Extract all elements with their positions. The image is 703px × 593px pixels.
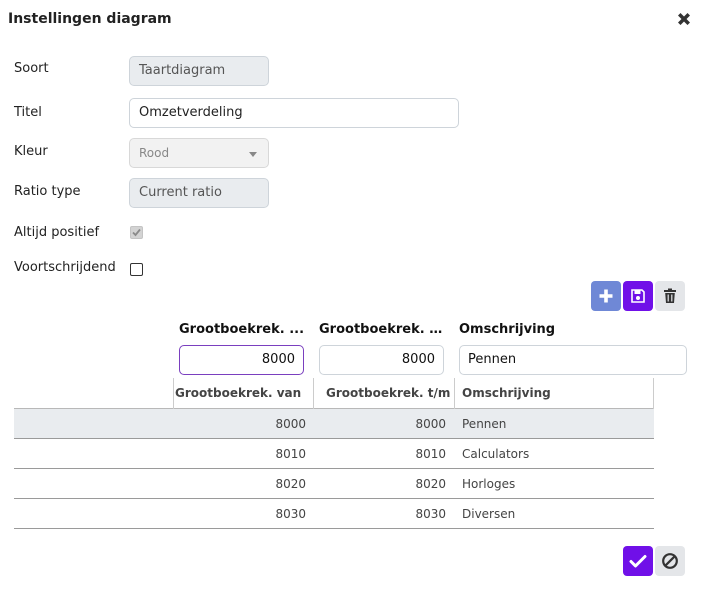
data-grid: Grootboekrek. van Grootboekrek. t/m Omsc… [14,378,654,529]
ratio-type-field: Current ratio [129,178,269,208]
add-button[interactable] [591,281,621,311]
confirm-button[interactable] [623,546,653,576]
checkmark-icon [629,555,647,568]
table-row[interactable]: 8010 8010 Calculators [14,439,654,469]
cancel-button[interactable] [655,546,685,576]
column-divider [313,378,314,409]
tm-input[interactable]: 8000 [319,345,444,375]
table-row[interactable]: 8020 8020 Horloges [14,469,654,499]
chevron-down-icon [249,152,257,157]
plus-icon [599,289,613,303]
cell-van: 8030 [275,507,306,521]
cell-van: 8010 [275,447,306,461]
cell-omschrijving: Calculators [462,447,530,461]
cell-omschrijving: Pennen [462,417,507,431]
cell-tm: 8010 [415,447,446,461]
column-divider [653,378,654,409]
floppy-disk-icon [631,289,645,303]
dialog-title: Instellingen diagram [8,11,172,27]
titel-input[interactable]: Omzetverdeling [129,98,459,128]
soort-label: Soort [14,61,49,76]
cell-van: 8000 [275,417,306,431]
editor-header-omschrijving: Omschrijving [459,322,556,337]
column-divider [173,378,174,409]
grid-header-tm[interactable]: Grootboekrek. t/m [326,378,454,409]
trash-icon [664,288,676,303]
titel-label: Titel [14,105,42,120]
kleur-label: Kleur [14,144,48,159]
grid-header-omschrijving[interactable]: Omschrijving [462,378,642,409]
kleur-select: Rood [129,138,269,168]
table-row[interactable]: 8030 8030 Diversen [14,499,654,529]
soort-field: Taartdiagram [129,56,269,86]
voortschrijdend-checkbox[interactable] [130,263,143,276]
kleur-value: Rood [139,146,170,160]
grid-header-van[interactable]: Grootboekrek. van [175,378,305,409]
cell-omschrijving: Diversen [462,507,516,521]
cell-omschrijving: Horloges [462,477,516,491]
ban-icon [662,553,678,569]
grid-header: Grootboekrek. van Grootboekrek. t/m Omsc… [14,378,654,409]
omschrijving-input[interactable]: Pennen [459,345,687,375]
altijd-positief-checkbox [130,226,143,239]
table-row[interactable]: 8000 8000 Pennen [14,409,654,439]
column-divider [454,378,455,409]
delete-button[interactable] [655,281,685,311]
editor-header-tm: Grootboekrek. t... [319,322,445,337]
voortschrijdend-label: Voortschrijdend [14,260,116,275]
cell-tm: 8030 [415,507,446,521]
editor-header-van: Grootboekrek. ... [179,322,305,337]
cell-tm: 8020 [415,477,446,491]
close-icon[interactable] [676,11,692,27]
ratio-type-label: Ratio type [14,184,81,199]
cell-tm: 8000 [415,417,446,431]
altijd-positief-label: Altijd positief [14,225,100,240]
van-input[interactable]: 8000 [179,345,304,375]
cell-van: 8020 [275,477,306,491]
save-button[interactable] [623,281,653,311]
